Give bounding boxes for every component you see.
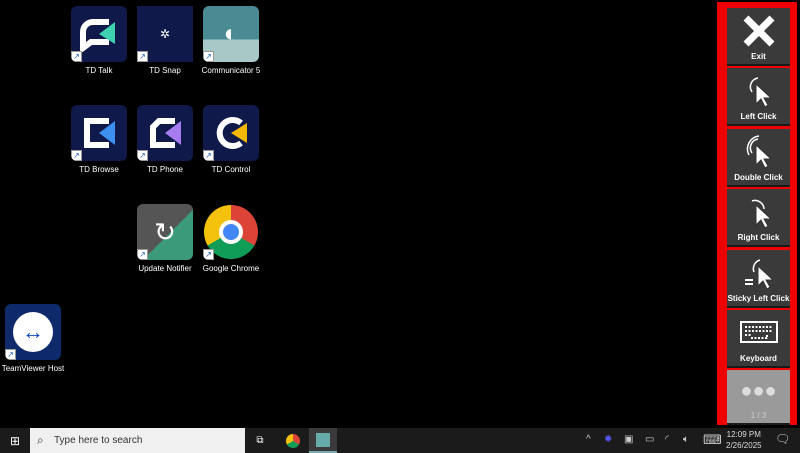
taskbar-td-snap[interactable] [309,428,337,453]
desktop-icon-communicator-5[interactable]: ◐ ↗ Communicator 5 [198,6,264,75]
left-click-icon [742,74,776,108]
search-box[interactable]: ⌕ Type here to search [30,428,245,453]
right-click-button[interactable]: Right Click [727,189,790,247]
desktop-icon-update-notifier[interactable]: ↻ ↗ Update Notifier [132,204,198,273]
sticky-left-click-icon [742,256,776,290]
clock[interactable]: 12:09 PM 2/26/2025 [726,429,762,451]
desktop-icon-td-talk[interactable]: ↗ TD Talk [66,6,132,75]
td-browse-logo-icon [79,113,119,153]
icon-label: TD Control [198,165,264,174]
close-icon [742,14,776,48]
double-click-button[interactable]: Double Click [727,129,790,187]
shortcut-arrow-icon: ↗ [203,249,214,260]
update-notifier-logo-icon: ↻ [154,217,176,248]
exit-button[interactable]: Exit [727,8,790,66]
app-tray-icon[interactable]: ▣ [624,434,633,445]
shortcut-arrow-icon: ↗ [71,150,82,161]
chrome-icon [286,434,300,448]
icon-label: TD Phone [132,165,198,174]
volume-icon[interactable]: 🔈︎ [683,434,689,445]
windows-logo-icon: ⊞ [10,434,20,448]
notifications-icon[interactable]: 🗨︎ [775,432,790,446]
gear-tray-icon[interactable]: ✹ [604,434,612,445]
page-indicator: 1 / 3 [727,411,790,420]
icon-label: TD Talk [66,66,132,75]
button-label: Sticky Left Click [727,294,790,303]
clock-time: 12:09 PM [726,429,762,440]
more-button[interactable]: ●●● 1 / 3 [727,370,790,425]
desktop-icon-td-phone[interactable]: ↗ TD Phone [132,105,198,174]
button-label: Right Click [727,233,790,242]
battery-tray-icon[interactable]: ▭ [645,434,654,445]
shortcut-arrow-icon: ↗ [203,150,214,161]
task-view-icon: ⧉ [256,435,263,446]
desktop-icon-teamviewer-host[interactable]: ↔↗ TeamViewer Host [0,304,66,373]
td-snap-taskbar-icon [316,433,330,447]
start-button[interactable]: ⊞ [0,428,30,453]
desktop-icon-td-control[interactable]: ↗ TD Control [198,105,264,174]
desktop-icon-td-browse[interactable]: ↗ TD Browse [66,105,132,174]
td-control-logo-icon [211,113,251,153]
touch-keyboard-icon[interactable]: ⌨ [703,432,722,448]
double-click-icon [742,135,776,169]
taskbar-chrome[interactable] [280,428,306,453]
show-hidden-icons-button[interactable]: ^ [586,434,591,445]
icon-label: TeamViewer Host [0,364,66,373]
desktop-icon-google-chrome[interactable]: ↗ Google Chrome [198,204,264,273]
keyboard-icon [739,316,779,346]
button-label: Left Click [727,112,790,121]
icon-label: Communicator 5 [198,66,264,75]
teamviewer-logo-icon: ↔ [13,312,53,352]
right-click-icon [742,195,776,229]
td-talk-logo-icon [79,14,119,54]
desktop-icon-td-snap[interactable]: ✲ ↗ TD Snap [132,6,198,75]
clock-date: 2/26/2025 [726,440,762,451]
task-view-button[interactable]: ⧉ [250,428,270,453]
shortcut-arrow-icon: ↗ [137,150,148,161]
communicator-logo-icon: ◐ [224,20,239,48]
shortcut-arrow-icon: ↗ [71,51,82,62]
keyboard-button[interactable]: Keyboard [727,310,790,368]
td-phone-logo-icon [145,113,185,153]
button-label: Keyboard [727,354,790,363]
td-snap-logo-icon: ✲ [160,27,170,41]
shortcut-arrow-icon: ↗ [137,51,148,62]
button-label: Double Click [727,173,790,182]
mouse-action-panel: Exit Left Click Double Click Right Click… [717,2,797,425]
icon-label: Update Notifier [132,264,198,273]
search-placeholder: Type here to search [54,435,142,446]
shortcut-arrow-icon: ↗ [203,51,214,62]
button-label: Exit [727,52,790,61]
taskbar: ⊞ ⌕Type here to search ⧉ ^ ✹ ▣ ▭ ◜ 🔈︎ ⌨ … [0,428,800,453]
wifi-icon[interactable]: ◜ [665,434,669,445]
more-dots-icon: ●●● [727,370,790,403]
sticky-left-click-button[interactable]: Sticky Left Click [727,250,790,308]
icon-label: TD Browse [66,165,132,174]
shortcut-arrow-icon: ↗ [5,349,16,360]
search-icon: ⌕ [37,433,44,448]
icon-label: Google Chrome [198,264,264,273]
shortcut-arrow-icon: ↗ [137,249,148,260]
icon-label: TD Snap [132,66,198,75]
left-click-button[interactable]: Left Click [727,68,790,126]
